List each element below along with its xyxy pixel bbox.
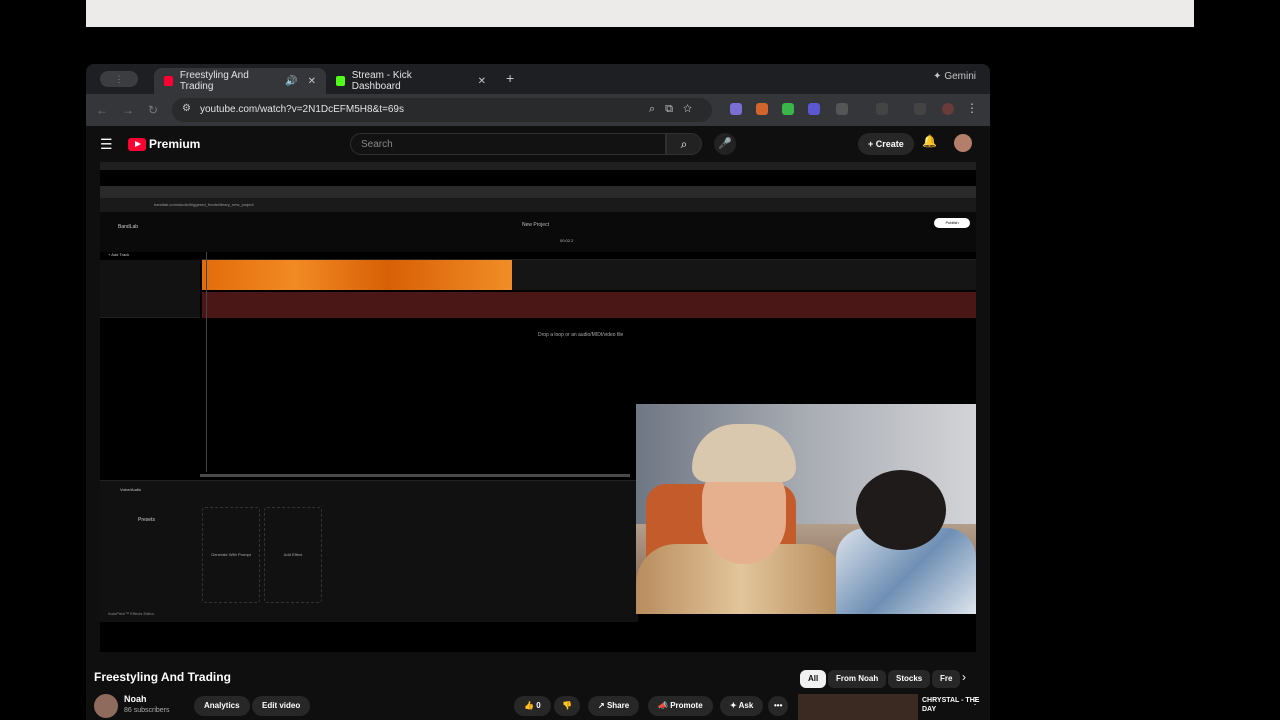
media-icon[interactable] bbox=[914, 103, 926, 115]
chip-all[interactable]: All bbox=[800, 670, 827, 688]
bandlab-publish: Publish bbox=[934, 218, 970, 228]
channel-name[interactable]: Noah bbox=[124, 694, 147, 704]
back-icon[interactable]: ← bbox=[96, 103, 108, 117]
profile-icon[interactable] bbox=[942, 103, 954, 115]
effect-card: Generate With Prompt bbox=[202, 507, 260, 603]
browser-window: ⋮ Freestyling And Trading 🔊 ✕ Stream - K… bbox=[86, 64, 990, 720]
video-url-text: bandlab.com/studio/triggered_fronts/libr… bbox=[154, 202, 254, 207]
channel-avatar[interactable] bbox=[94, 694, 118, 718]
promote-button[interactable]: 📣 Promote bbox=[648, 696, 713, 716]
logo-text: Premium bbox=[149, 137, 201, 151]
omnibox-icons[interactable]: ⌕⧉☆ bbox=[649, 103, 702, 116]
chip-fre[interactable]: Fre bbox=[932, 670, 961, 688]
effect-card: Add Effect bbox=[264, 507, 322, 603]
edit-video-button[interactable]: Edit video bbox=[252, 696, 311, 716]
tab-youtube[interactable]: Freestyling And Trading 🔊 ✕ bbox=[154, 68, 326, 94]
mac-menu-bar bbox=[86, 0, 1194, 27]
waveform-track-1 bbox=[202, 260, 512, 290]
create-button[interactable]: + Create bbox=[858, 133, 914, 155]
extension-icon[interactable] bbox=[808, 103, 820, 115]
waveform-track-2 bbox=[202, 292, 976, 318]
gemini-button[interactable]: ✦ Gemini bbox=[933, 71, 976, 82]
menu-icon[interactable]: ☰ bbox=[100, 136, 113, 153]
bandlab-header bbox=[100, 212, 976, 252]
browser-menu-icon[interactable]: ⋮ bbox=[966, 101, 978, 115]
forward-icon[interactable]: → bbox=[122, 103, 134, 117]
video-player[interactable]: bandlab.com/studio/triggered_fronts/libr… bbox=[100, 162, 976, 652]
like-button[interactable]: 👍 0 bbox=[514, 696, 551, 716]
sidebar-icon[interactable] bbox=[876, 103, 888, 115]
chip-stocks[interactable]: Stocks bbox=[888, 670, 931, 688]
search-placeholder: Search bbox=[361, 139, 393, 150]
tab-label: Stream - Kick Dashboard bbox=[351, 70, 412, 92]
like-count: 0 bbox=[536, 701, 541, 710]
create-label: Create bbox=[875, 139, 904, 149]
analytics-button[interactable]: Analytics bbox=[194, 696, 250, 716]
bandlab-brand: BandLab bbox=[118, 224, 139, 230]
close-tab-icon[interactable]: ✕ bbox=[308, 76, 316, 87]
ask-label: Ask bbox=[738, 701, 754, 710]
chip-from-noah[interactable]: From Noah bbox=[828, 670, 887, 688]
presets-label: Presets bbox=[138, 517, 155, 523]
bandlab-time: 00:02.2 bbox=[560, 238, 574, 243]
timeline-ruler bbox=[202, 250, 976, 260]
related-more-icon[interactable]: ⋮ bbox=[970, 696, 980, 707]
related-thumbnail[interactable] bbox=[798, 694, 918, 720]
tab-strip: ⋮ Freestyling And Trading 🔊 ✕ Stream - K… bbox=[86, 64, 990, 94]
close-tab-icon[interactable]: ✕ bbox=[478, 76, 486, 87]
timeline-scrollbar bbox=[200, 474, 630, 477]
ask-button[interactable]: ✦ Ask bbox=[720, 696, 764, 716]
webcam-overlay bbox=[636, 404, 976, 614]
share-button[interactable]: ↗ Share bbox=[588, 696, 640, 716]
youtube-logo[interactable]: Premium bbox=[128, 137, 200, 151]
extension-icon[interactable] bbox=[756, 103, 768, 115]
extension-icon[interactable] bbox=[782, 103, 794, 115]
new-tab-button[interactable]: + bbox=[506, 70, 514, 86]
playhead bbox=[206, 252, 207, 472]
youtube-header: ☰ Premium Search ⌕ 🎤 + Create 🔔 bbox=[86, 126, 990, 162]
share-label: Share bbox=[606, 701, 630, 710]
effects-panel: Voice/Audio Presets Generate With Prompt… bbox=[100, 480, 638, 622]
puzzle-icon[interactable] bbox=[836, 103, 848, 115]
effects-tabs: AutoPitch™ Effects Editor bbox=[108, 611, 154, 616]
address-bar[interactable]: ⚙ youtube.com/watch?v=2N1DcEFM5H8&t=69s … bbox=[172, 98, 712, 122]
video-macbar bbox=[100, 162, 976, 170]
youtube-play-icon bbox=[128, 137, 146, 151]
search-input[interactable]: Search bbox=[350, 133, 666, 155]
webcam-person-2-head bbox=[856, 470, 946, 550]
speaker-icon[interactable]: 🔊 bbox=[285, 76, 297, 87]
search-button[interactable]: ⌕ bbox=[666, 133, 702, 155]
tab-group[interactable]: ⋮ bbox=[100, 71, 138, 87]
tab-kick[interactable]: Stream - Kick Dashboard ✕ bbox=[326, 68, 496, 94]
bell-icon[interactable]: 🔔 bbox=[922, 134, 937, 148]
kick-favicon-icon bbox=[336, 76, 345, 86]
video-browser-tabs bbox=[100, 186, 976, 198]
more-button[interactable]: ••• bbox=[768, 696, 789, 716]
chevron-right-icon[interactable]: › bbox=[962, 670, 966, 684]
youtube-page: ☰ Premium Search ⌕ 🎤 + Create 🔔 bandlab.… bbox=[86, 126, 990, 720]
track-headers bbox=[100, 260, 200, 318]
site-info-icon[interactable]: ⚙ bbox=[182, 103, 191, 114]
drop-hint: Drop a loop or an audio/MIDI/video file bbox=[538, 332, 624, 338]
promote-label: Promote bbox=[670, 701, 703, 710]
tab-label: Freestyling And Trading bbox=[179, 70, 249, 92]
youtube-favicon-icon bbox=[164, 76, 173, 86]
subscriber-count: 86 subscribers bbox=[124, 707, 170, 714]
reload-icon[interactable]: ↻ bbox=[148, 103, 158, 117]
bandlab-project-title: New Project bbox=[522, 222, 549, 228]
url-text[interactable]: youtube.com/watch?v=2N1DcEFM5H8&t=69s bbox=[200, 104, 404, 115]
effects-title: Voice/Audio bbox=[120, 487, 142, 492]
dislike-button[interactable]: 👎 bbox=[554, 696, 580, 716]
video-title: Freestyling And Trading bbox=[94, 670, 231, 684]
avatar[interactable] bbox=[954, 134, 972, 152]
bandlab-add-track: + Add Track bbox=[108, 252, 130, 257]
browser-toolbar: ← → ↻ ⚙ youtube.com/watch?v=2N1DcEFM5H8&… bbox=[86, 94, 990, 126]
extension-icon[interactable] bbox=[730, 103, 742, 115]
waveform-track-1-empty bbox=[512, 260, 976, 290]
video-info: Freestyling And Trading Noah 86 subscrib… bbox=[86, 658, 990, 720]
search-icon: ⌕ bbox=[680, 137, 688, 151]
mic-icon[interactable]: 🎤 bbox=[714, 133, 736, 155]
